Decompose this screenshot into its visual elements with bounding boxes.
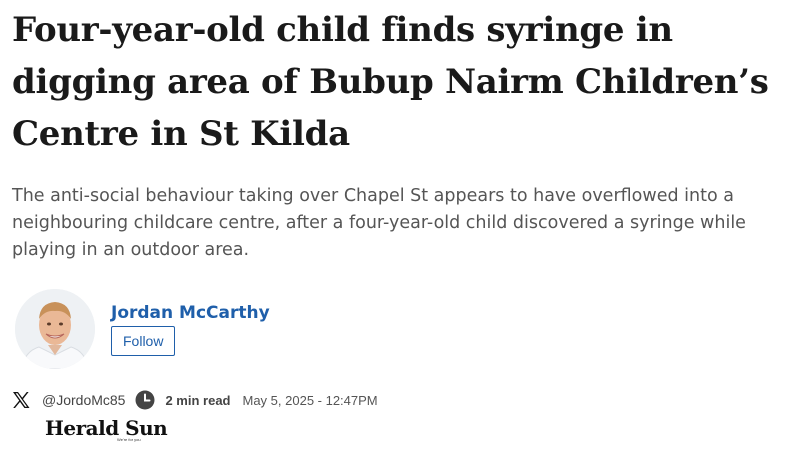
read-time: 2 min read [165, 392, 231, 408]
article-headline: Four-year-old child finds syringe in dig… [12, 10, 769, 154]
publication-logo[interactable]: Herald Sun We're for you [45, 416, 168, 442]
publish-date: May 5, 2025 - 12:47PM [242, 392, 378, 408]
author-photo-icon [15, 289, 95, 369]
author-avatar[interactable] [15, 289, 95, 369]
author-name-link[interactable]: Jordan McCarthy [111, 303, 270, 323]
publication-name: Herald Sun [45, 416, 168, 440]
follow-button[interactable]: Follow [111, 326, 176, 356]
author-x-handle[interactable]: @JordoMc85 [42, 392, 125, 408]
clock-icon [135, 390, 155, 410]
publication-tagline: We're for you [117, 437, 141, 442]
article-meta: @JordoMc85 2 min read May 5, 2025 - 12:4… [10, 388, 378, 412]
x-logo-icon[interactable] [10, 389, 32, 411]
article-standfirst: The anti-social behaviour taking over Ch… [12, 186, 746, 260]
